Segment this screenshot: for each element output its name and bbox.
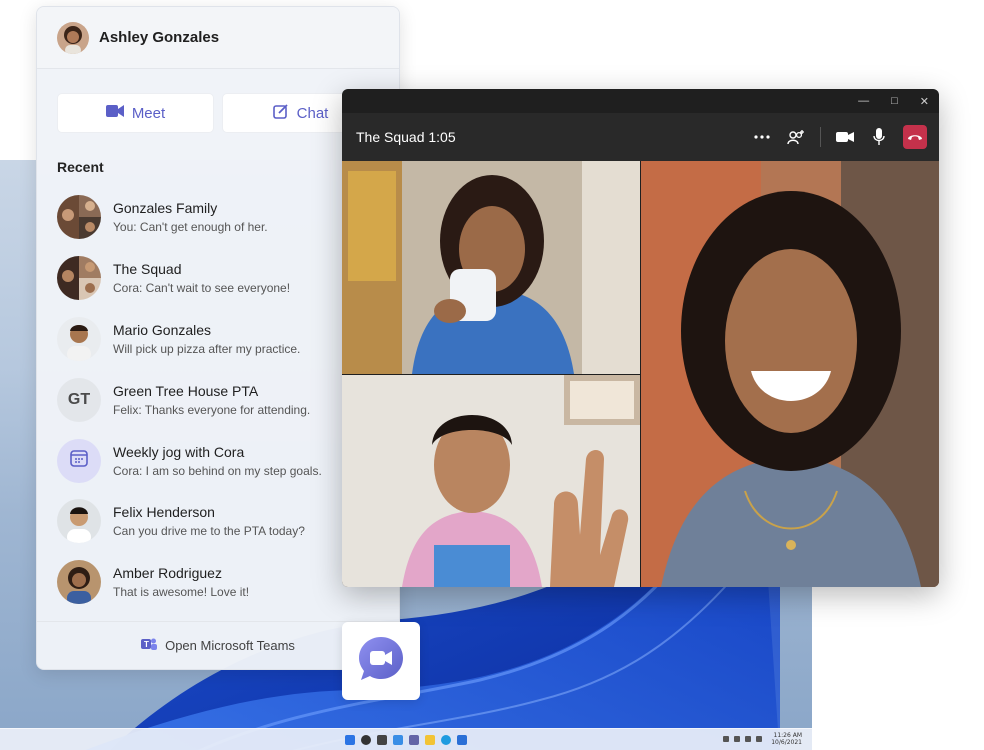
chat-preview: Felix: Thanks everyone for attending. (113, 402, 311, 417)
chat-name: Mario Gonzales (113, 321, 212, 338)
call-toolbar: The Squad 1:05 (342, 113, 939, 161)
chat-preview: You: Can't get enough of her. (113, 220, 268, 235)
teams-logo-icon: T (141, 636, 158, 655)
window-titlebar: — □ ✕ (342, 89, 939, 113)
video-tile-participant-3[interactable] (641, 161, 939, 587)
microphone-icon[interactable] (869, 127, 889, 147)
toolbar-divider (820, 127, 821, 147)
chevron-up-icon[interactable] (723, 736, 729, 742)
chat-preview: Cora: I am so behind on my step goals. (113, 463, 322, 478)
chat-label: Chat (296, 104, 329, 122)
hang-up-icon (907, 128, 923, 146)
file-explorer-icon[interactable] (425, 734, 435, 745)
call-controls (752, 125, 927, 149)
taskbar-clock[interactable]: 11:26 AM 10/6/2021 (771, 732, 802, 746)
chat-preview: Cora: Can't wait to see everyone! (113, 281, 291, 296)
taskbar: 11:26 AM 10/6/2021 (0, 728, 812, 750)
flyout-header: Ashley Gonzales (37, 7, 399, 69)
person-avatar (57, 560, 101, 605)
meet-button[interactable]: Meet (57, 93, 214, 133)
chat-preview: Will pick up pizza after my practice. (113, 341, 301, 356)
battery-icon[interactable] (756, 736, 762, 742)
call-title: The Squad 1:05 (356, 129, 456, 145)
close-icon[interactable]: ✕ (920, 95, 929, 108)
video-tile-participant-2[interactable] (342, 375, 640, 587)
video-tile-participant-1[interactable] (342, 161, 640, 374)
maximize-icon[interactable]: □ (891, 95, 898, 107)
task-view-icon[interactable] (377, 734, 387, 745)
compose-icon (272, 103, 289, 123)
calendar-avatar (57, 438, 101, 483)
video-grid (342, 161, 939, 587)
calendar-icon (70, 449, 88, 472)
group-avatar (57, 195, 101, 240)
video-camera-icon (105, 104, 124, 122)
person-avatar (57, 499, 101, 544)
meet-label: Meet (131, 104, 166, 122)
taskbar-time: 11:26 AM (773, 732, 802, 739)
start-icon[interactable] (345, 734, 355, 745)
open-teams-label: Open Microsoft Teams (165, 638, 295, 653)
search-icon[interactable] (361, 734, 371, 745)
chat-name: Weekly jog with Cora (113, 443, 245, 460)
edge-icon[interactable] (441, 734, 451, 745)
system-tray[interactable] (723, 736, 762, 742)
group-avatar (57, 256, 101, 301)
teams-chat-app-button[interactable] (342, 622, 420, 700)
svg-text:T: T (144, 640, 149, 649)
initials-avatar: GT (57, 377, 101, 422)
more-options-icon[interactable] (752, 127, 772, 147)
widgets-icon[interactable] (393, 734, 403, 745)
chat-preview: That is awesome! Love it! (113, 585, 250, 600)
hang-up-button[interactable] (903, 125, 927, 149)
user-name: Ashley Gonzales (99, 29, 220, 46)
user-avatar[interactable] (57, 21, 89, 54)
person-avatar (57, 316, 101, 361)
wifi-icon[interactable] (734, 736, 740, 742)
chat-name: Green Tree House PTA (113, 382, 259, 399)
chat-name: Amber Rodriguez (113, 565, 222, 582)
taskbar-date: 10/6/2021 (771, 739, 802, 746)
add-people-icon[interactable] (786, 127, 806, 147)
chat-name: The Squad (113, 261, 182, 278)
volume-icon[interactable] (745, 736, 751, 742)
chat-video-icon (357, 635, 405, 688)
teams-chat-icon[interactable] (409, 734, 419, 745)
camera-icon[interactable] (835, 127, 855, 147)
store-icon[interactable] (457, 734, 467, 745)
chat-name: Gonzales Family (113, 200, 218, 217)
minimize-icon[interactable]: — (858, 95, 869, 107)
chat-name: Felix Henderson (113, 504, 215, 521)
call-window: — □ ✕ The Squad 1:05 (342, 89, 939, 587)
chat-preview: Can you drive me to the PTA today? (113, 524, 305, 539)
